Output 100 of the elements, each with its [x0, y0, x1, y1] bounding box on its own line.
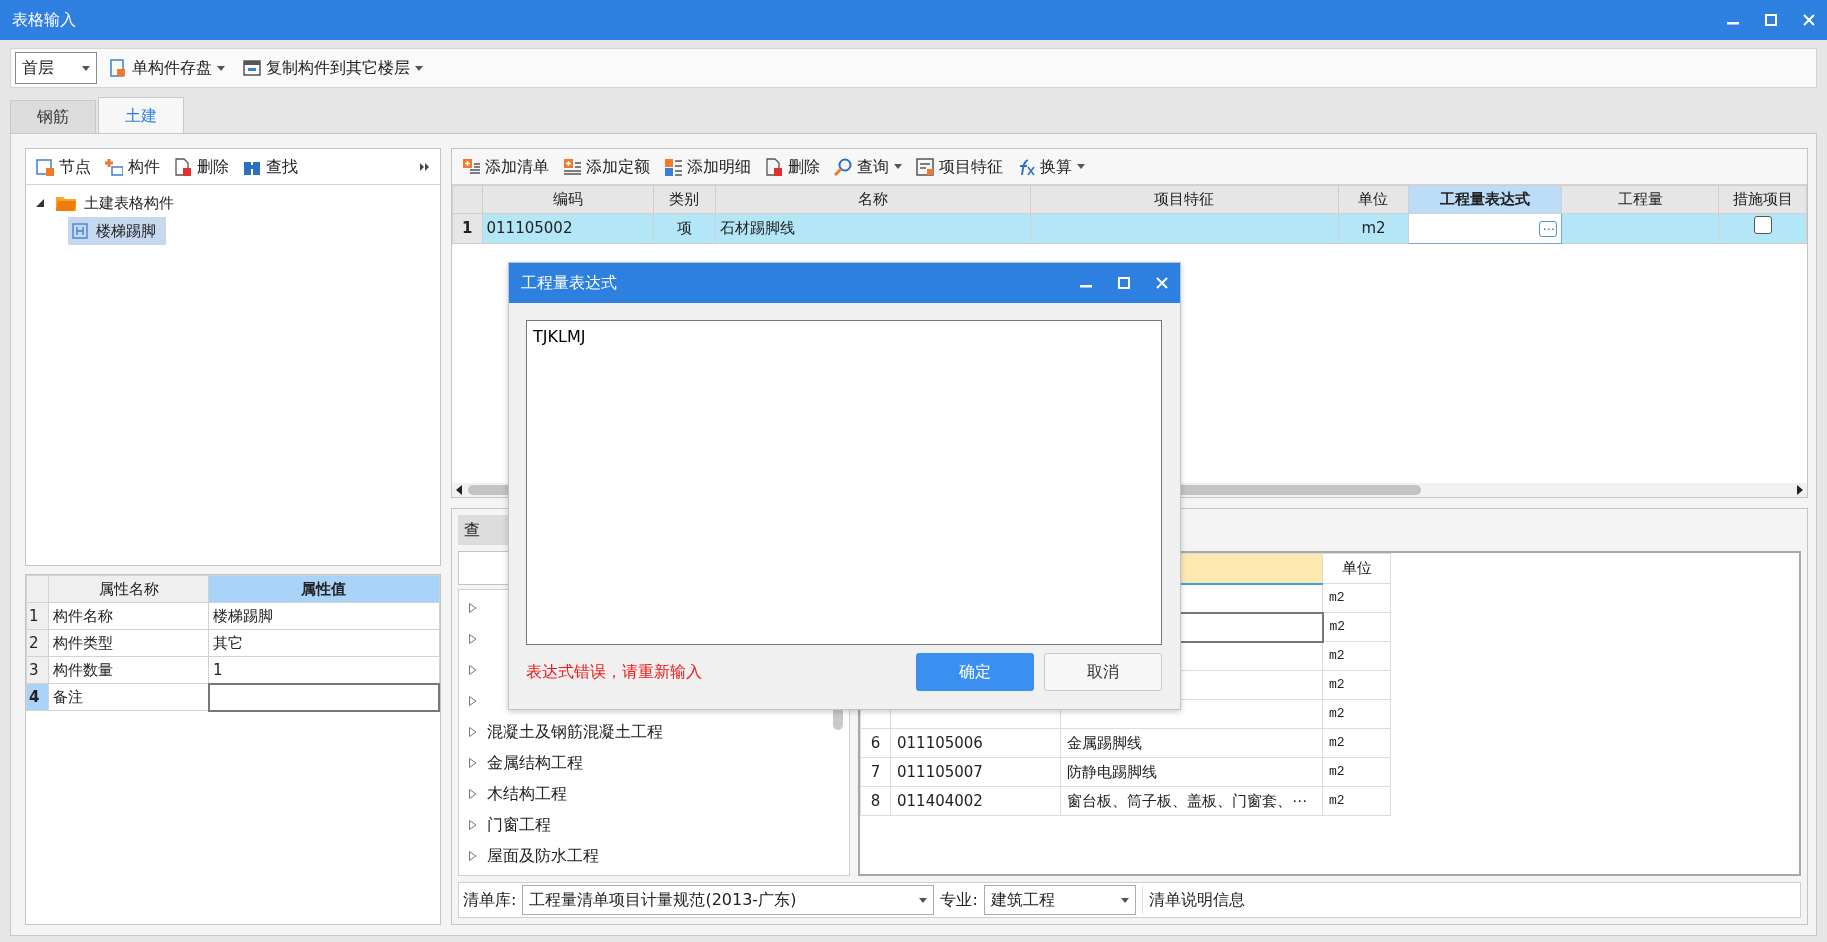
- tab[interactable]: 土建: [98, 97, 184, 133]
- table-cell: m2: [1338, 213, 1409, 244]
- close-icon[interactable]: [1156, 277, 1168, 289]
- collapsed-arrow-icon[interactable]: [469, 664, 477, 675]
- cancel-button[interactable]: 取消: [1044, 653, 1162, 691]
- table-cell: 窗台板、筒子板、盖板、门窗套、⋯: [1060, 786, 1323, 816]
- document-icon: [916, 157, 934, 176]
- column-header[interactable]: 编码: [482, 185, 654, 214]
- column-header[interactable]: 类别: [653, 185, 716, 214]
- tree-item[interactable]: 混凝土及钢筋混凝土工程: [487, 719, 663, 744]
- collapsed-arrow-icon[interactable]: [469, 850, 477, 861]
- collapsed-arrow-icon[interactable]: [469, 695, 477, 706]
- collapsed-arrow-icon[interactable]: [469, 633, 477, 644]
- add-quota-icon: [563, 157, 581, 176]
- add-list-icon: [462, 157, 480, 176]
- table-cell: m2: [1322, 612, 1391, 642]
- maximize-icon[interactable]: [1765, 14, 1777, 26]
- toolbar-button[interactable]: 构件: [99, 152, 166, 181]
- table-cell: 石材踢脚线: [715, 213, 1031, 244]
- table-cell: m2: [1322, 786, 1391, 816]
- table-cell: 构件名称: [48, 602, 209, 630]
- table-cell: m2: [1322, 757, 1391, 787]
- info-button[interactable]: 清单说明信息: [1141, 886, 1251, 914]
- toolbar-button[interactable]: 删除: [759, 152, 826, 181]
- caret-icon: [1077, 164, 1085, 169]
- toolbar-button[interactable]: 添加定额: [557, 152, 656, 181]
- table-cell: 金属踢脚线: [1060, 728, 1323, 758]
- toolbar-button[interactable]: 查询: [828, 152, 908, 181]
- window-icon: [243, 59, 261, 77]
- table-cell: 011105002: [482, 213, 654, 244]
- table-cell: 构件数量: [48, 656, 209, 684]
- column-header[interactable]: 名称: [715, 185, 1031, 214]
- caret-icon: [82, 65, 90, 71]
- caret-icon: [894, 164, 902, 169]
- floor-dropdown[interactable]: 首层: [15, 52, 97, 84]
- expanded-arrow-icon[interactable]: [36, 199, 44, 207]
- toolbar-button[interactable]: 添加清单: [456, 152, 555, 181]
- column-header[interactable]: 工程量: [1561, 185, 1719, 214]
- tree-item[interactable]: 金属结构工程: [487, 750, 583, 775]
- field-label: 专业:: [940, 889, 978, 911]
- toolbar-button[interactable]: 项目特征: [910, 152, 1009, 181]
- tree-item[interactable]: 楼梯踢脚: [68, 217, 166, 245]
- table-cell: 011105007: [890, 757, 1061, 787]
- table-cell: m2: [1322, 583, 1391, 613]
- tree-item[interactable]: 屋面及防水工程: [487, 843, 599, 868]
- scroll-right-icon[interactable]: [1797, 485, 1803, 495]
- collapsed-arrow-icon[interactable]: [469, 819, 477, 830]
- column-header[interactable]: 单位: [1322, 553, 1391, 584]
- specialty-dropdown[interactable]: 建筑工程: [983, 885, 1136, 915]
- table-cell: 其它: [208, 629, 439, 657]
- floppy-icon: [109, 59, 127, 77]
- collapsed-arrow-icon[interactable]: [469, 726, 477, 737]
- column-header[interactable]: 项目特征: [1030, 185, 1339, 214]
- function-icon: [1017, 157, 1035, 176]
- toolbar-button[interactable]: 节点: [30, 152, 97, 181]
- ellipsis-button[interactable]: ⋯: [1539, 221, 1558, 238]
- close-icon[interactable]: [1803, 14, 1815, 26]
- table-icon: [72, 223, 88, 239]
- dialog-title: 工程量表达式: [521, 272, 617, 294]
- table-cell: 楼梯踢脚: [208, 602, 439, 630]
- overflow-icon[interactable]: [420, 162, 430, 171]
- node-icon: [36, 157, 54, 176]
- column-header[interactable]: 措施项目: [1718, 185, 1807, 214]
- table-cell: m2: [1322, 699, 1391, 729]
- tab[interactable]: 钢筋: [10, 100, 96, 133]
- add-detail-icon: [664, 157, 682, 176]
- tab[interactable]: 查: [464, 518, 480, 542]
- toolbar-button[interactable]: 复制构件到其它楼层: [237, 54, 429, 82]
- collapsed-arrow-icon[interactable]: [469, 788, 477, 799]
- column-header: 属性名称: [48, 575, 209, 603]
- row-number: 8: [860, 786, 891, 816]
- collapsed-arrow-icon[interactable]: [469, 602, 477, 613]
- tree-label: 土建表格构件: [84, 192, 174, 214]
- toolbar-button[interactable]: 删除: [168, 152, 235, 181]
- checkbox[interactable]: [1753, 216, 1772, 235]
- caret-icon: [415, 65, 423, 71]
- tree-item[interactable]: 门窗工程: [487, 812, 551, 837]
- window-title: 表格输入: [12, 9, 76, 31]
- maximize-icon[interactable]: [1118, 277, 1130, 289]
- tree-item[interactable]: 土建表格构件: [52, 189, 184, 217]
- toolbar-button[interactable]: 单构件存盘: [103, 54, 231, 82]
- collapsed-arrow-icon[interactable]: [469, 757, 477, 768]
- table-cell: 项: [653, 213, 716, 244]
- folder-icon: [56, 195, 76, 211]
- expression-field[interactable]: TJKLMJ: [526, 320, 1162, 645]
- library-dropdown[interactable]: 工程量清单项目计量规范(2013-广东): [522, 885, 935, 915]
- tree-item[interactable]: 木结构工程: [487, 781, 567, 806]
- row-number: 7: [860, 757, 891, 787]
- table-cell: 011105006: [890, 728, 1061, 758]
- scroll-left-icon[interactable]: [456, 485, 462, 495]
- delete-icon: [174, 157, 192, 176]
- toolbar-button[interactable]: 添加明细: [658, 152, 757, 181]
- input-field[interactable]: [208, 683, 439, 711]
- column-header[interactable]: 单位: [1338, 185, 1409, 214]
- field-label: 清单库:: [463, 889, 517, 911]
- table-cell: 防静电踢脚线: [1060, 757, 1323, 787]
- delete-icon: [765, 157, 783, 176]
- toolbar-button[interactable]: 查找: [237, 152, 304, 181]
- column-header[interactable]: 工程量表达式: [1408, 185, 1562, 214]
- toolbar-button[interactable]: 换算: [1011, 152, 1091, 181]
